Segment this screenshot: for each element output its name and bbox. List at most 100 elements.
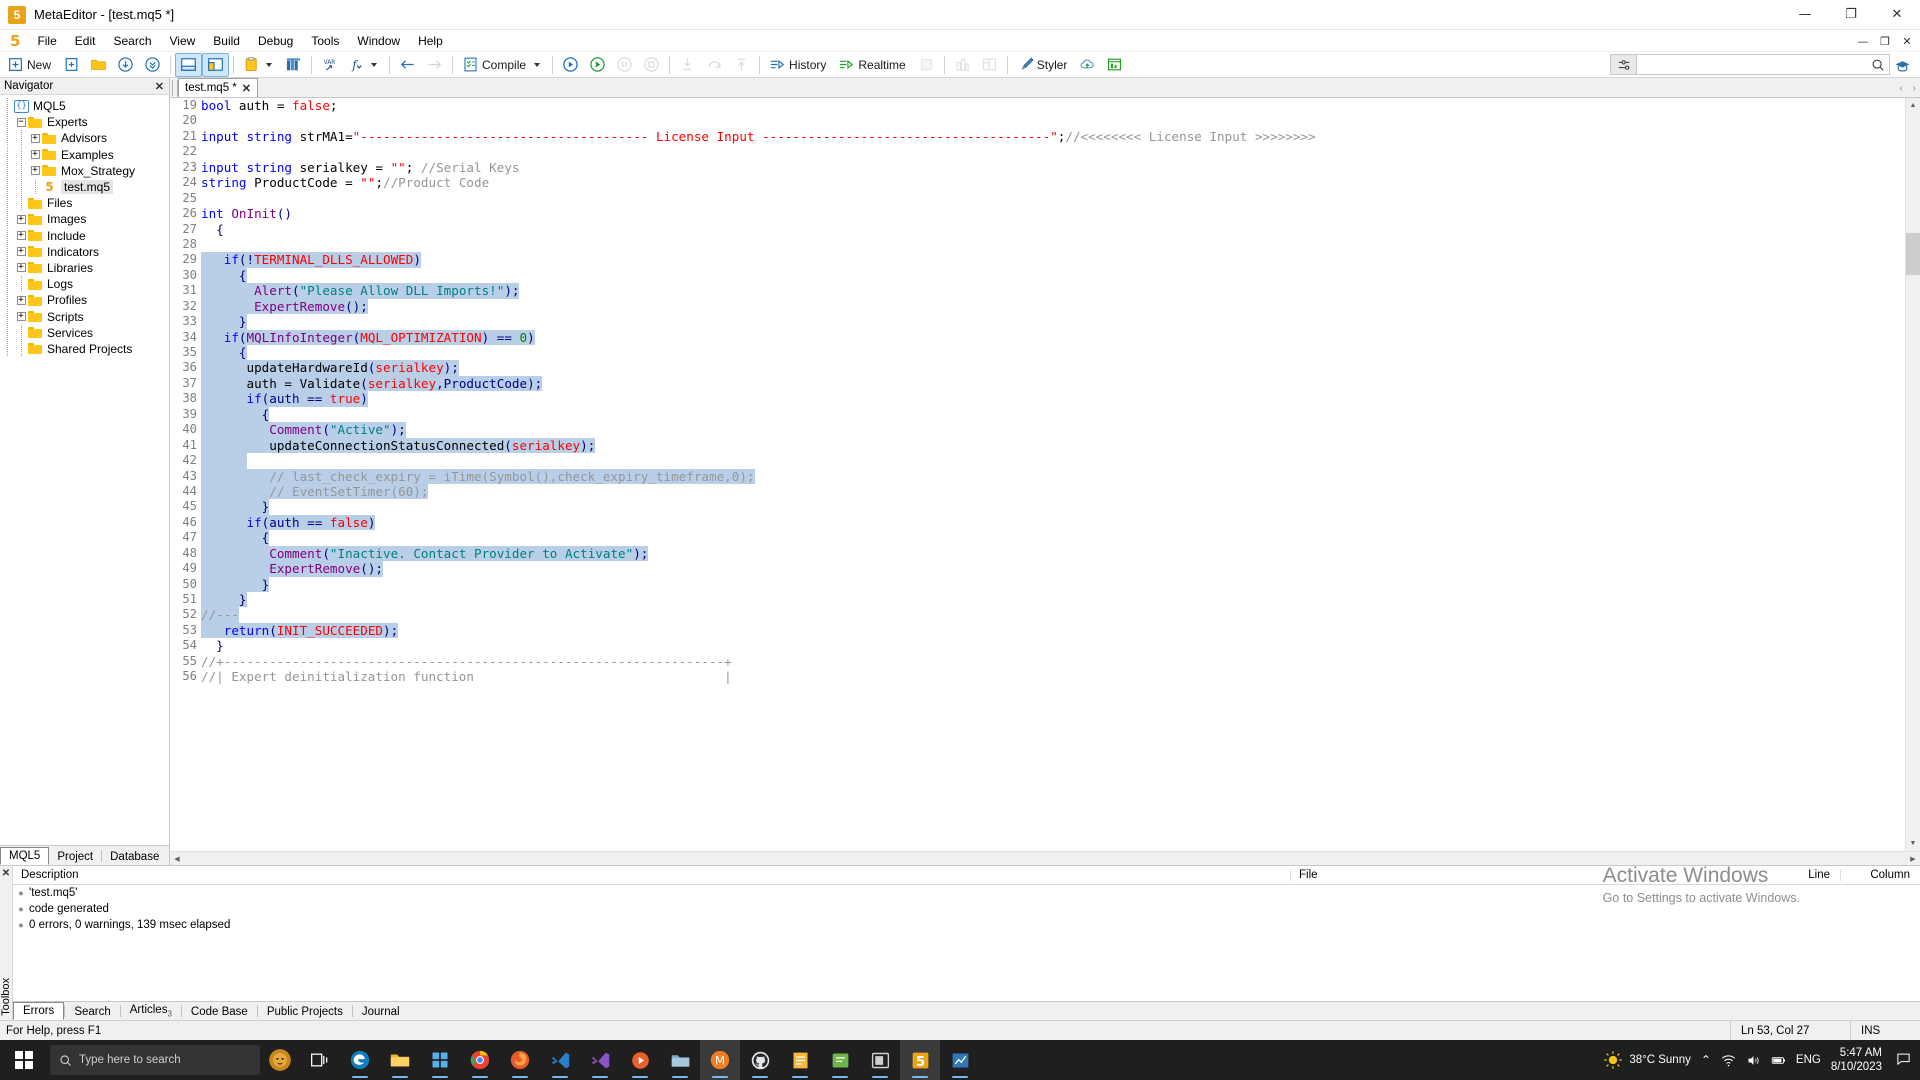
menu-build[interactable]: Build (204, 32, 249, 50)
doc-minimize-button[interactable]: — (1852, 31, 1874, 51)
editor-tab-close-icon[interactable]: ✕ (242, 82, 251, 95)
functions-button[interactable]: f (343, 53, 385, 77)
tree-expander[interactable]: + (14, 228, 28, 244)
chevron-down-icon[interactable] (266, 63, 272, 67)
step-out-button[interactable] (728, 53, 755, 77)
language-indicator[interactable]: ENG (1796, 1054, 1821, 1066)
start-button[interactable] (584, 53, 611, 77)
toggle-toolbox-button[interactable] (202, 53, 229, 77)
editor-horizontal-scrollbar[interactable]: ◀ ▶ (170, 851, 1920, 865)
start-button[interactable] (0, 1040, 48, 1080)
code-line[interactable]: 45 } (170, 499, 1905, 514)
nav-tab-project[interactable]: Project (49, 849, 101, 865)
code-line[interactable]: 46 if(auth == false) (170, 515, 1905, 530)
cloud-button[interactable] (1074, 53, 1101, 77)
code-line[interactable]: 32 ExpertRemove(); (170, 299, 1905, 314)
menu-search[interactable]: Search (104, 32, 160, 50)
tree-expander[interactable]: + (14, 260, 28, 276)
clipboard-button[interactable] (238, 53, 280, 77)
code-line[interactable]: 50 } (170, 577, 1905, 592)
doc-close-button[interactable]: ✕ (1896, 31, 1918, 51)
code-line[interactable]: 53 return(INIT_SUCCEEDED); (170, 623, 1905, 638)
toggle-navigator-button[interactable] (175, 53, 202, 77)
code-line[interactable]: 49 ExpertRemove(); (170, 561, 1905, 576)
tree-item-shared-projects[interactable]: Shared Projects (0, 341, 169, 357)
toolbar-search[interactable] (1610, 54, 1890, 75)
code-line[interactable]: 30 { (170, 268, 1905, 283)
tree-expander[interactable]: + (14, 211, 28, 227)
code-line[interactable]: 55//+-----------------------------------… (170, 654, 1905, 669)
scroll-up-icon[interactable]: ▲ (1906, 98, 1920, 113)
search-submit-icon[interactable] (1867, 58, 1889, 72)
menu-window[interactable]: Window (348, 32, 409, 50)
close-button[interactable]: ✕ (1874, 0, 1920, 30)
debug-on-history-button[interactable] (557, 53, 584, 77)
taskbar-app-mt5[interactable]: M (700, 1040, 740, 1080)
stop-button[interactable] (638, 53, 665, 77)
code-editor[interactable]: 19bool auth = false;2021input string str… (170, 98, 1920, 851)
search-options-icon[interactable] (1611, 55, 1637, 74)
vertical-scroll-thumb[interactable] (1906, 233, 1920, 275)
new-item-button[interactable] (58, 53, 85, 77)
clock[interactable]: 5:47 AM 8/10/2023 (1831, 1046, 1882, 1074)
code-line[interactable]: 24string ProductCode = "";//Product Code (170, 175, 1905, 190)
taskbar-app-vscode[interactable] (540, 1040, 580, 1080)
tree-item-test-mq5[interactable]: 5test.mq5 (0, 179, 169, 195)
scroll-down-icon[interactable]: ▼ (1906, 836, 1920, 851)
new-file-button[interactable]: New (2, 53, 58, 77)
open-folder-button[interactable] (85, 53, 112, 77)
notification-icon[interactable] (1892, 1051, 1914, 1069)
layout-button[interactable] (976, 53, 1003, 77)
minimize-button[interactable]: — (1782, 0, 1828, 30)
doc-restore-button[interactable]: ❐ (1874, 31, 1896, 51)
editor-tab-test-mq5[interactable]: test.mq5 * ✕ (178, 78, 258, 97)
code-surface[interactable]: 19bool auth = false;2021input string str… (170, 98, 1905, 851)
navigator-tree[interactable]: {}MQL5−Experts+Advisors+Examples+Mox_Str… (0, 95, 169, 845)
history-mode-button[interactable]: History (764, 53, 833, 77)
vertical-scroll-track[interactable] (1906, 275, 1920, 836)
editor-vertical-scrollbar[interactable]: ▲ ▼ (1905, 98, 1920, 851)
code-line[interactable]: 52//--- (170, 607, 1905, 622)
taskbar-app-edge[interactable] (340, 1040, 380, 1080)
code-line[interactable]: 42 (170, 453, 1905, 468)
mql5-community-button[interactable] (1889, 54, 1916, 78)
download-button[interactable] (112, 53, 139, 77)
code-line[interactable]: 47 { (170, 530, 1905, 545)
code-line[interactable]: 22 (170, 144, 1905, 159)
tree-item-libraries[interactable]: +Libraries (0, 260, 169, 276)
tree-expander[interactable]: + (14, 292, 28, 308)
tree-expander[interactable]: + (28, 147, 42, 163)
taskbar-app-editor2[interactable] (820, 1040, 860, 1080)
taskbar-task-view[interactable] (300, 1040, 340, 1080)
toolbox-tab-code-base[interactable]: Code Base (182, 1004, 257, 1020)
chevron-up-icon[interactable]: ⌃ (1701, 1053, 1711, 1067)
code-line[interactable]: 40 Comment("Active"); (170, 422, 1905, 437)
tree-item-scripts[interactable]: +Scripts (0, 308, 169, 324)
profiler-stop-button[interactable] (913, 53, 940, 77)
code-line[interactable]: 26int OnInit() (170, 206, 1905, 221)
taskbar-search[interactable]: Type here to search (50, 1045, 260, 1075)
wifi-icon[interactable] (1721, 1053, 1736, 1068)
menu-debug[interactable]: Debug (249, 32, 302, 50)
taskbar-app-chrome[interactable] (460, 1040, 500, 1080)
code-line[interactable]: 20 (170, 113, 1905, 128)
tree-item-indicators[interactable]: +Indicators (0, 244, 169, 260)
tree-item-files[interactable]: Files (0, 195, 169, 211)
taskbar-app-github[interactable] (740, 1040, 780, 1080)
tree-item-services[interactable]: Services (0, 325, 169, 341)
menu-help[interactable]: Help (409, 32, 452, 50)
compile-button[interactable]: Compile (457, 53, 548, 77)
chevron-down-icon[interactable] (371, 63, 377, 67)
code-line[interactable]: 27 { (170, 222, 1905, 237)
code-line[interactable]: 39 { (170, 407, 1905, 422)
taskbar-app-vs[interactable] (580, 1040, 620, 1080)
taskbar-app-folder[interactable] (660, 1040, 700, 1080)
debug-library-button[interactable] (280, 53, 307, 77)
tree-item-mql5[interactable]: {}MQL5 (0, 98, 169, 114)
styler-button[interactable]: Styler (1012, 53, 1075, 77)
scroll-right-icon[interactable]: ▶ (1906, 855, 1920, 863)
column-header-description[interactable]: Description (13, 869, 1290, 881)
toolbox-row[interactable]: ●0 errors, 0 warnings, 139 msec elapsed (13, 917, 1920, 933)
tree-item-experts[interactable]: −Experts (0, 114, 169, 130)
profile-button[interactable] (949, 53, 976, 77)
